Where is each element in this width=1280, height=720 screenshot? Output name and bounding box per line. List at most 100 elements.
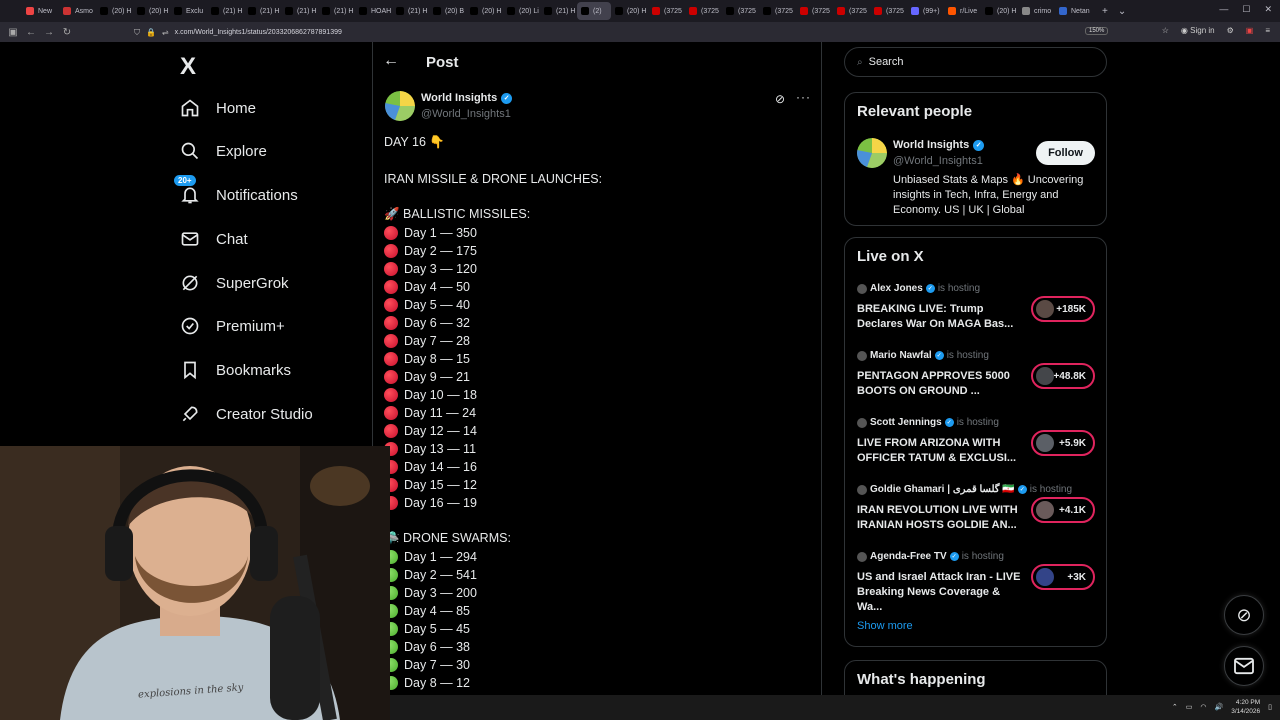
live-listener-pill[interactable]: +185K (1031, 296, 1095, 322)
tab-label: New (38, 7, 53, 15)
browser-tab[interactable]: (21) H (318, 2, 355, 20)
nav-item-explore[interactable]: Explore (180, 141, 267, 161)
show-more-link[interactable]: Show more (857, 620, 913, 632)
tab-favicon-icon (174, 7, 182, 15)
browser-tab[interactable]: (21) H (281, 2, 318, 20)
browser-tab[interactable]: (20) H (133, 2, 170, 20)
back-icon[interactable]: ← (22, 27, 40, 38)
tab-favicon-icon (470, 7, 478, 15)
address-bar[interactable]: ⛉ 🔒 ⇌ x.com/World_Insights1/status/20332… (134, 25, 1134, 40)
missile-count-line: Day 5 — 40 (384, 296, 470, 313)
messages-fab-button[interactable] (1224, 646, 1264, 686)
grok-fab-button[interactable]: ⊘ (1224, 595, 1264, 635)
browser-tab[interactable]: crimo (1018, 2, 1055, 20)
close-icon[interactable]: ✕ (1264, 4, 1272, 15)
chevron-up-icon[interactable]: ⌃ (1172, 703, 1178, 711)
live-host-line: Mario Nawfal ✓ is hosting (857, 350, 989, 361)
nav-item-chat[interactable]: Chat (180, 229, 248, 249)
sign-in-button[interactable]: ◉ Sign in (1181, 26, 1215, 35)
relevant-person-avatar[interactable] (857, 138, 887, 168)
browser-tab[interactable]: (3725 (796, 2, 833, 20)
post-line-text: Day 2 — 541 (404, 567, 477, 582)
browser-tab[interactable]: (3725 (648, 2, 685, 20)
tab-label: (20) H (627, 7, 647, 15)
extensions-icon[interactable]: ⚙ (1227, 26, 1234, 35)
nav-label-explore: Explore (216, 142, 267, 160)
search-input[interactable]: ⌕ Search (844, 47, 1107, 77)
browser-tab[interactable]: (20) H (96, 2, 133, 20)
live-listener-pill[interactable]: +3K (1031, 564, 1095, 590)
nav-item-creator-studio[interactable]: Creator Studio (180, 404, 313, 424)
maximize-icon[interactable]: ☐ (1242, 4, 1250, 15)
browser-tab[interactable]: (3725 (685, 2, 722, 20)
new-tab-icon[interactable]: + (1102, 6, 1108, 17)
notification-center-icon[interactable]: ▯ (1268, 703, 1272, 711)
zoom-level[interactable]: 150% (1085, 27, 1109, 35)
back-arrow-icon[interactable]: ← (383, 52, 399, 70)
nav-item-supergrok[interactable]: SuperGrok (180, 273, 289, 293)
browser-tab[interactable]: (20) Li (503, 2, 540, 20)
x-logo[interactable]: X (180, 53, 196, 81)
more-options-icon[interactable]: ··· (796, 90, 811, 104)
live-listener-pill[interactable]: +4.1K (1031, 497, 1095, 523)
forward-icon[interactable]: → (40, 27, 58, 38)
bookmark-star-icon[interactable]: ☆ (1162, 26, 1169, 35)
browser-tab[interactable]: (21) H (392, 2, 429, 20)
live-listener-pill[interactable]: +5.9K (1031, 430, 1095, 456)
post-line-text: Day 2 — 175 (404, 243, 477, 258)
author-name[interactable]: World Insights ✓ (421, 92, 513, 104)
live-item[interactable]: Goldie Ghamari | گلسا قمری 🇮🇷 ✓ is hosting… (857, 484, 1097, 544)
menu-icon[interactable]: ≡ (1265, 26, 1270, 35)
browser-tab[interactable]: (3725 (833, 2, 870, 20)
tab-favicon-icon (837, 7, 845, 15)
live-item[interactable]: Agenda-Free TV ✓ is hosting US and Israel A… (857, 551, 1097, 613)
browser-tab[interactable]: (99+) (907, 2, 944, 20)
browser-tab[interactable]: New (22, 2, 59, 20)
browser-tab[interactable]: (3725 (722, 2, 759, 20)
tab-favicon-icon (689, 7, 697, 15)
browser-tab[interactable]: (20) H (611, 2, 648, 20)
sidebar-toggle-icon[interactable]: ▣ (4, 27, 22, 38)
browser-tab[interactable]: (20) H (981, 2, 1018, 20)
search-placeholder: Search (868, 56, 904, 68)
wifi-icon[interactable]: ◠ (1200, 703, 1206, 711)
relevant-person-handle[interactable]: @World_Insights1 (893, 155, 983, 167)
author-avatar[interactable] (385, 91, 415, 121)
live-thumbnail (1036, 501, 1054, 519)
follow-button[interactable]: Follow (1036, 141, 1095, 165)
browser-tab[interactable]: r/Live (944, 2, 981, 20)
live-item[interactable]: Scott Jennings ✓ is hosting LIVE FROM ARIZO… (857, 417, 1097, 477)
live-item[interactable]: Alex Jones ✓ is hosting BREAKING LIVE: Trum… (857, 283, 1097, 343)
browser-tab[interactable]: (20) H (466, 2, 503, 20)
browser-tab[interactable]: (21) H (540, 2, 577, 20)
browser-tab[interactable]: (3725 (870, 2, 907, 20)
nav-item-premium[interactable]: Premium+ (180, 316, 285, 336)
browser-tab[interactable]: (2) (577, 2, 611, 20)
browser-tab[interactable]: Netan (1055, 2, 1092, 20)
browser-tab[interactable]: Exclu (170, 2, 207, 20)
browser-tab[interactable]: (20) B (429, 2, 466, 20)
extension-badge-icon[interactable]: ▣ (1246, 26, 1254, 35)
relevant-person-name-text: World Insights (893, 139, 970, 151)
reload-icon[interactable]: ↻ (58, 27, 76, 38)
clock[interactable]: 4:20 PM 3/14/2026 (1231, 698, 1260, 716)
browser-tab[interactable]: (21) H (207, 2, 244, 20)
live-item[interactable]: Mario Nawfal ✓ is hosting PENTAGON APPROVES… (857, 350, 1097, 410)
browser-tab[interactable]: (21) H (244, 2, 281, 20)
author-handle[interactable]: @World_Insights1 (421, 108, 511, 120)
grok-icon[interactable]: ⊘ (775, 92, 785, 106)
red-circle-icon (384, 333, 398, 348)
nav-item-notifications[interactable]: 20+ Notifications (174, 175, 298, 205)
browser-tab[interactable]: HOAH (355, 2, 392, 20)
volume-icon[interactable]: 🔊 (1215, 703, 1224, 711)
browser-tab[interactable]: Asmo (59, 2, 96, 20)
minimize-icon[interactable]: — (1219, 4, 1228, 15)
tab-list-chevron-icon[interactable]: ⌄ (1118, 6, 1126, 17)
browser-tab[interactable]: (3725 (759, 2, 796, 20)
live-listener-pill[interactable]: +48.8K (1031, 363, 1095, 389)
nav-item-bookmarks[interactable]: Bookmarks (180, 360, 291, 380)
post-text-line: IRAN MISSILE & DRONE LAUNCHES: (384, 170, 602, 187)
network-icon[interactable]: ▭ (1186, 703, 1193, 711)
relevant-person-name[interactable]: World Insights ✓ (893, 139, 985, 151)
nav-item-home[interactable]: Home (180, 98, 256, 118)
